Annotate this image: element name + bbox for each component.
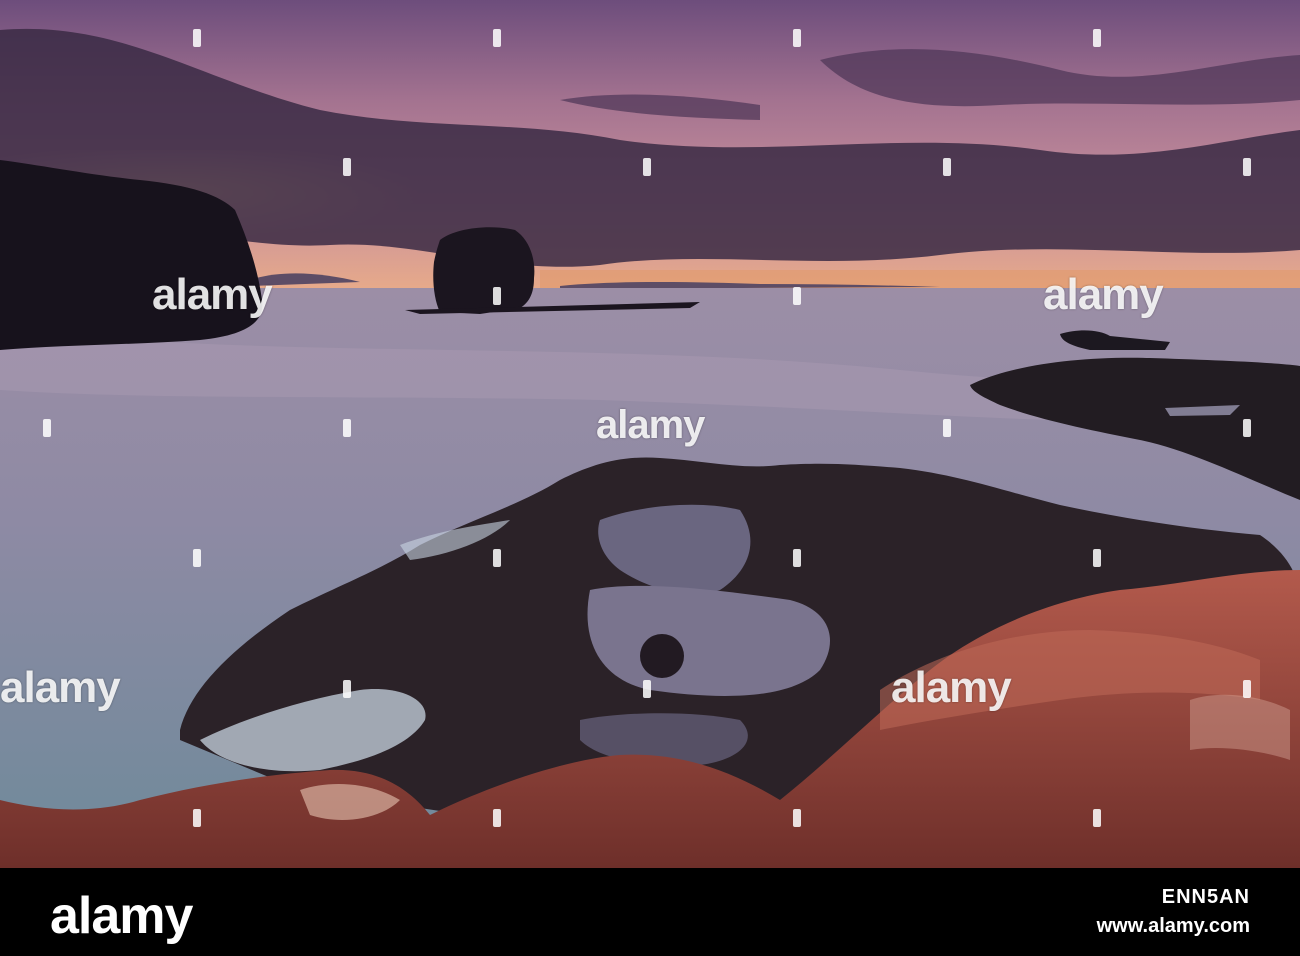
footer-logo: alamy [50, 887, 193, 945]
pool-rock [640, 634, 684, 678]
watermark-lower-left: alamy [0, 663, 121, 712]
watermark-mark [193, 549, 201, 567]
watermark-mark [43, 419, 51, 437]
footer-url: www.alamy.com [1096, 915, 1250, 937]
footer-meta: ENN5AN www.alamy.com [1097, 886, 1250, 938]
watermark-mark [493, 287, 501, 305]
watermark-mark [943, 158, 951, 176]
watermark-mark [1093, 809, 1101, 827]
watermark-mark [793, 549, 801, 567]
watermark-left: alamy [152, 270, 273, 319]
watermark-right: alamy [1043, 270, 1164, 319]
watermark-mark [1243, 158, 1251, 176]
seascape-photo: alamy alamy alamy alamy alamy [0, 0, 1300, 868]
watermark-mark [793, 287, 801, 305]
watermark-mark [643, 158, 651, 176]
watermark-mark [643, 680, 651, 698]
tide-pool-2 [587, 585, 830, 696]
watermark-mark [493, 29, 501, 47]
watermark-mark [1093, 29, 1101, 47]
watermark-mark [193, 29, 201, 47]
watermark-mark [1243, 419, 1251, 437]
watermark-mark [193, 809, 201, 827]
watermark-mark [1243, 680, 1251, 698]
watermark-mark [343, 158, 351, 176]
watermark-mark [793, 29, 801, 47]
watermark-mark [943, 419, 951, 437]
watermark-center: alamy [596, 403, 705, 447]
image-code: ENN5AN [1161, 886, 1250, 908]
watermark-mark [343, 419, 351, 437]
watermark-mark [493, 809, 501, 827]
watermark-mark [1093, 549, 1101, 567]
watermark-mark [493, 549, 501, 567]
footer-bar: alamy ENN5AN www.alamy.com [0, 868, 1300, 956]
watermark-mark [793, 809, 801, 827]
watermark-lower-right: alamy [891, 663, 1012, 712]
sea-stack-rock [433, 227, 535, 314]
watermark-mark [343, 680, 351, 698]
